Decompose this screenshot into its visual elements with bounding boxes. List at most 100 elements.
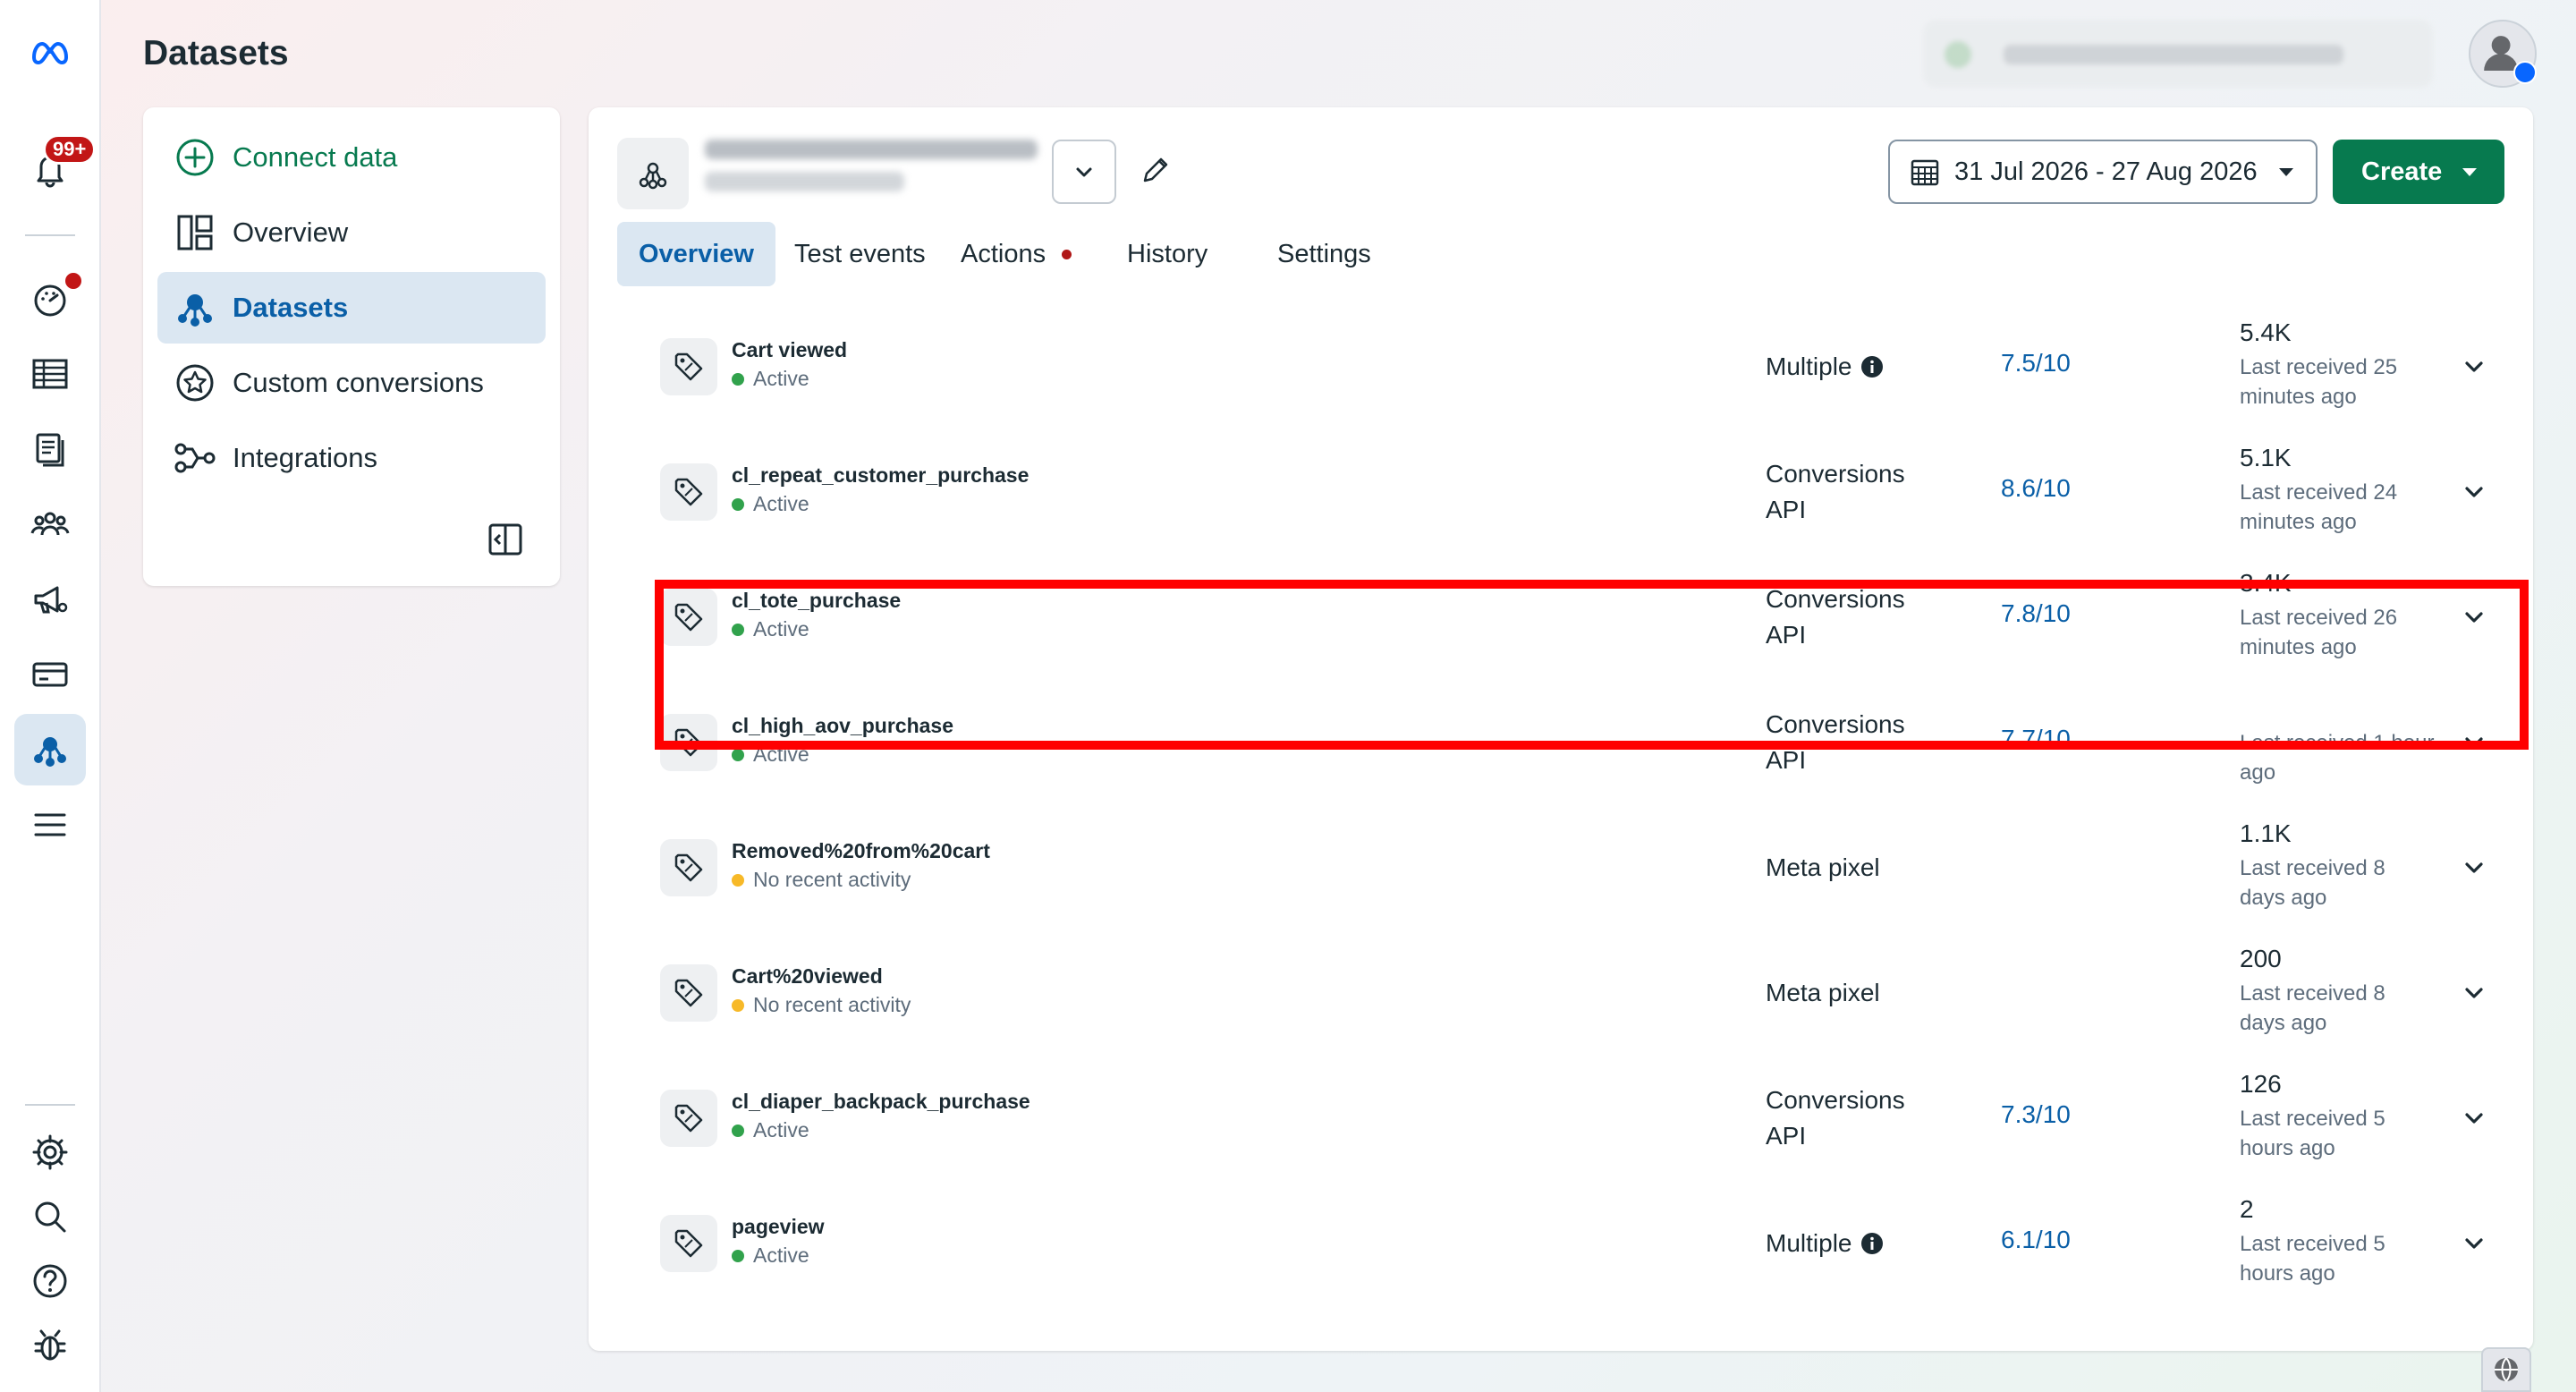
event-tag-icon [660,964,717,1022]
event-name[interactable]: Removed%20from%20cart [732,839,990,863]
event-match-quality[interactable]: 8.6/10 [2001,474,2071,503]
expand-chevron-icon[interactable] [2462,1231,2487,1256]
date-range-picker[interactable]: 31 Jul 2026 - 27 Aug 2026 [1888,140,2318,204]
table-grid-icon[interactable] [14,338,86,410]
expand-chevron-icon[interactable] [2462,605,2487,630]
event-row[interactable]: pageview Active Multiple 6.1/10 2 Last receiv… [589,1181,2533,1306]
event-row[interactable]: cl_high_aov_purchase Active Conversions AP… [589,680,2533,805]
event-row[interactable]: Removed%20from%20cart No recent activity M… [589,805,2533,930]
event-row[interactable]: cl_diaper_backpack_purchase Active Convers… [589,1056,2533,1181]
search-icon[interactable] [14,1181,86,1252]
settings-gear-icon[interactable] [14,1116,86,1188]
expand-chevron-icon[interactable] [2462,480,2487,505]
report-bug-icon[interactable] [14,1310,86,1381]
event-name[interactable]: Cart%20viewed [732,964,883,989]
business-account-switcher[interactable] [1923,20,2433,88]
event-row[interactable]: cl_repeat_customer_purchase Active Convers… [589,429,2533,555]
pages-icon[interactable] [14,413,86,485]
facebook-badge-icon [2513,61,2537,84]
event-row[interactable]: cl_tote_purchase Active Conversions API 7.8… [589,555,2533,680]
connect-data-label: Connect data [233,141,398,173]
event-last-received: Last received 26 minutes ago [2240,606,2398,659]
language-globe-button[interactable] [2481,1347,2531,1392]
collapse-panel-icon[interactable] [487,521,524,558]
event-name[interactable]: Cart viewed [732,338,847,362]
event-match-quality[interactable]: 7.5/10 [2001,349,2071,378]
event-tag-icon [660,338,717,395]
event-count: 5.1K [2240,444,2292,471]
event-name[interactable]: cl_tote_purchase [732,589,901,613]
help-question-icon[interactable] [14,1245,86,1317]
event-match-quality[interactable]: 6.1/10 [2001,1226,2071,1254]
expand-chevron-icon[interactable] [2462,354,2487,379]
event-source-label: Meta pixel [1766,853,1880,881]
edit-pencil-icon[interactable] [1138,152,1174,188]
info-icon[interactable] [1860,355,1884,378]
info-icon[interactable] [1860,1232,1884,1255]
event-name[interactable]: cl_repeat_customer_purchase [732,463,1029,488]
event-count: 5.4K [2240,318,2292,346]
integrations-nodes-icon [174,443,216,473]
dataset-main-panel: 31 Jul 2026 - 27 Aug 2026 Create Overvie… [589,107,2533,1351]
tab-settings[interactable]: Settings [1256,222,1393,286]
tab-overview[interactable]: Overview [617,222,775,286]
nav-item-custom-conversions[interactable]: Custom conversions [157,347,546,419]
menu-hamburger-icon[interactable] [14,789,86,861]
events-manager-datasets-icon[interactable] [14,714,86,785]
event-status: No recent activity [732,993,911,1017]
event-status: Active [732,1118,809,1142]
tab-actions[interactable]: Actions [939,222,1093,286]
ads-megaphone-icon[interactable] [14,564,86,635]
event-source-label: Conversions API [1766,1086,1905,1150]
event-last-received: Last received 8 days ago [2240,856,2385,910]
expand-chevron-icon[interactable] [2462,1106,2487,1131]
nav-item-integrations[interactable]: Integrations [157,422,546,494]
create-label: Create [2361,157,2443,186]
dataset-nodes-icon [639,162,667,190]
event-name[interactable]: cl_high_aov_purchase [732,714,953,738]
user-avatar[interactable] [2469,20,2537,88]
nav-item-datasets[interactable]: Datasets [157,272,546,344]
expand-chevron-icon[interactable] [2462,730,2487,755]
notification-count-badge: 99+ [43,134,97,165]
event-source-label: Conversions API [1766,710,1905,774]
tab-test-events[interactable]: Test events [773,222,947,286]
chevron-down-icon [1076,167,1092,177]
event-source-label: Conversions API [1766,585,1905,649]
billing-card-icon[interactable] [14,639,86,710]
event-match-quality[interactable]: 7.8/10 [2001,599,2071,628]
add-circle-icon [176,139,214,176]
nav-item-label: Datasets [233,292,349,323]
event-source: Multiple [1766,1226,1980,1261]
event-name[interactable]: cl_diaper_backpack_purchase [732,1090,1030,1114]
nav-item-overview[interactable]: Overview [157,197,546,268]
event-row[interactable]: Cart viewed Active Multiple 7.5/10 5.4K Last … [589,304,2533,429]
date-range-label: 31 Jul 2026 - 27 Aug 2026 [1954,157,2258,186]
tab-history[interactable]: History [1106,222,1229,286]
event-source: Conversions API [1766,1082,1918,1154]
status-dot [732,1124,744,1137]
event-name[interactable]: pageview [732,1215,825,1239]
event-last-received: Last received 25 minutes ago [2240,355,2398,409]
create-button[interactable]: Create [2333,140,2504,204]
event-match-quality[interactable]: 7.3/10 [2001,1100,2071,1129]
dataset-switcher-dropdown[interactable] [1052,140,1116,204]
event-row[interactable]: Cart%20viewed No recent activity Meta pixe… [589,930,2533,1056]
expand-chevron-icon[interactable] [2462,855,2487,880]
dataset-name-redacted [705,140,1038,202]
event-status: Active [732,492,809,516]
meta-logo-icon[interactable] [14,16,86,88]
event-status-label: No recent activity [753,993,911,1016]
event-tag-icon [660,1215,717,1272]
nav-item-label: Custom conversions [233,367,484,398]
event-match-quality[interactable]: 7.7/10 [2001,725,2071,753]
status-dot [732,998,744,1012]
tab-label: Actions [961,239,1046,268]
event-source: Conversions API [1766,707,1918,778]
event-status-label: Active [753,492,809,515]
event-status: Active [732,1243,809,1268]
event-status-label: Active [753,743,809,766]
audiences-people-icon[interactable] [14,488,86,560]
connect-data-button[interactable]: Connect data [157,122,546,193]
expand-chevron-icon[interactable] [2462,980,2487,1006]
